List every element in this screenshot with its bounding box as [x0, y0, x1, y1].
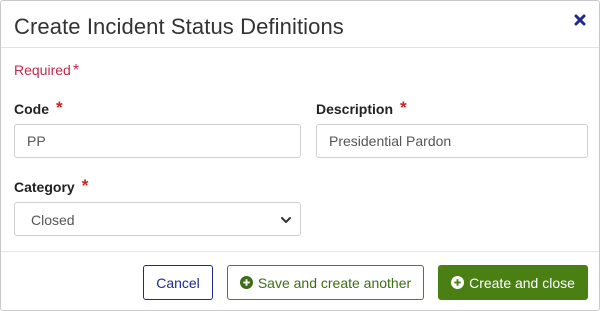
code-required-asterisk: *: [56, 98, 63, 117]
create-incident-status-dialog: Create Incident Status Definitions Requi…: [0, 0, 600, 311]
description-label-text: Description: [316, 101, 394, 117]
plus-circle-icon: [451, 276, 465, 289]
save-and-create-another-button[interactable]: Save and create another: [227, 265, 424, 300]
category-label-text: Category: [14, 179, 75, 195]
required-asterisk: *: [72, 62, 80, 79]
create-and-close-button[interactable]: Create and close: [438, 265, 588, 300]
code-label-text: Code: [14, 101, 49, 117]
footer-divider: [1, 251, 599, 252]
cancel-button[interactable]: Cancel: [143, 265, 213, 300]
close-x-icon: [574, 14, 586, 26]
description-required-asterisk: *: [400, 98, 407, 117]
close-button[interactable]: [571, 11, 589, 29]
plus-circle-icon: [239, 276, 253, 289]
category-label: Category *: [14, 176, 89, 197]
required-note: Required *: [14, 62, 79, 80]
create-and-close-label: Create and close: [469, 274, 575, 291]
cancel-button-label: Cancel: [156, 274, 200, 291]
description-input[interactable]: [316, 124, 588, 158]
description-label: Description *: [316, 98, 407, 119]
dialog-title: Create Incident Status Definitions: [14, 14, 344, 39]
category-selected-value: Closed: [31, 212, 75, 228]
code-input[interactable]: [14, 124, 301, 158]
category-select[interactable]: Closed: [14, 202, 301, 236]
chevron-down-icon: [281, 217, 291, 223]
category-required-asterisk: *: [81, 176, 89, 195]
save-and-create-another-label: Save and create another: [257, 274, 412, 291]
title-divider: [1, 47, 599, 48]
code-label: Code *: [14, 98, 63, 119]
required-note-text: Required: [14, 62, 71, 78]
